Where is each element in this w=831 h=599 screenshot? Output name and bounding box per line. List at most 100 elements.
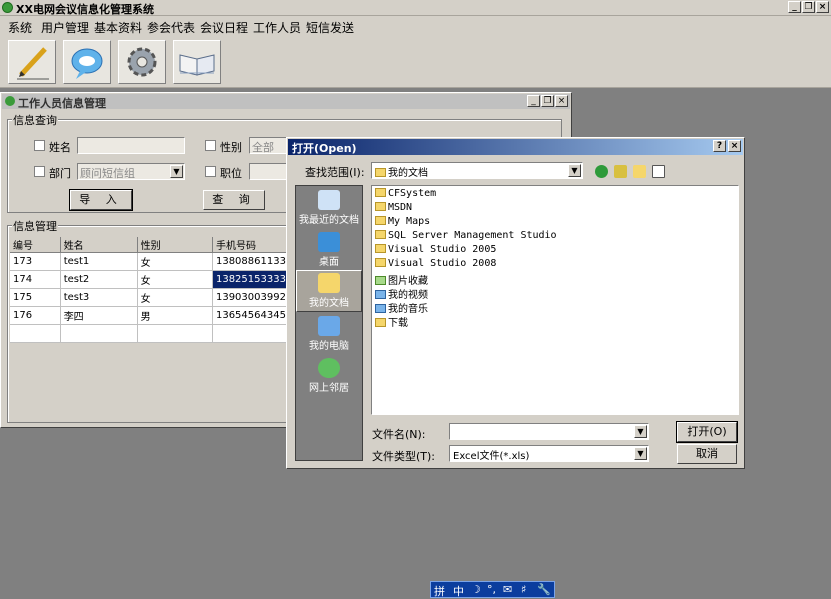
chat-toolbar-button[interactable]: [63, 40, 111, 84]
file-list: CFSystem MSDN My Maps SQL Server Managem…: [371, 185, 739, 415]
menu-staff[interactable]: 工作人员: [253, 19, 301, 36]
table-cell[interactable]: 176: [10, 306, 61, 325]
child-restore-button[interactable]: ❐: [541, 95, 554, 107]
table-cell[interactable]: 女: [137, 270, 213, 289]
list-item[interactable]: 我的视频: [375, 286, 428, 301]
import-button[interactable]: 导 入: [69, 189, 133, 211]
pictures-folder-icon: [375, 276, 386, 285]
book-icon: [179, 54, 215, 76]
cancel-button[interactable]: 取消: [677, 444, 737, 464]
list-item[interactable]: 图片收藏: [375, 272, 428, 287]
list-item[interactable]: My Maps: [375, 216, 430, 230]
ime-settings-icon[interactable]: 🔧: [537, 583, 551, 596]
table-cell[interactable]: 13903003992: [212, 288, 291, 307]
back-icon[interactable]: [595, 165, 608, 178]
filetype-select[interactable]: Excel文件(*.xls) ▼: [449, 445, 649, 462]
up-folder-icon[interactable]: [614, 165, 627, 178]
table-cell[interactable]: [60, 324, 138, 343]
place-network[interactable]: 网上邻居: [296, 356, 362, 398]
close-button[interactable]: ×: [816, 1, 829, 13]
table-row[interactable]: 174 test2 女 13825153333: [10, 270, 291, 289]
table-cell[interactable]: [10, 324, 61, 343]
list-item[interactable]: SQL Server Management Studio: [375, 230, 557, 244]
table-row[interactable]: 175 test3 女 13903003992: [10, 288, 291, 307]
folder-icon: [375, 258, 386, 267]
ime-pinyin-icon[interactable]: 拼: [434, 583, 445, 599]
menu-user-management[interactable]: 用户管理: [41, 19, 89, 36]
open-button[interactable]: 打开(O): [676, 421, 738, 443]
table-cell[interactable]: 女: [137, 288, 213, 307]
column-header[interactable]: 手机号码: [212, 237, 291, 253]
table-row[interactable]: 173 test1 女 13808861133: [10, 252, 291, 271]
pencil-toolbar-button[interactable]: [8, 40, 56, 84]
chevron-down-icon[interactable]: ▼: [568, 164, 581, 177]
table-row-new[interactable]: [10, 324, 291, 343]
place-my-documents[interactable]: 我的文档: [296, 270, 362, 312]
chevron-down-icon[interactable]: ▼: [170, 165, 183, 178]
book-toolbar-button[interactable]: [173, 40, 221, 84]
name-checkbox[interactable]: [34, 140, 45, 151]
ime-punctuation-icon[interactable]: °,: [487, 583, 496, 596]
menu-delegates[interactable]: 参会代表: [147, 19, 195, 36]
filetype-label: 文件类型(T):: [372, 450, 436, 463]
table-cell[interactable]: test3: [60, 288, 138, 307]
restore-button[interactable]: ❐: [802, 1, 815, 13]
name-input[interactable]: [77, 137, 185, 154]
table-cell[interactable]: test2: [60, 270, 138, 289]
table-cell[interactable]: 173: [10, 252, 61, 271]
table-cell[interactable]: 13654564345: [212, 306, 291, 325]
table-cell[interactable]: 男: [137, 306, 213, 325]
help-button[interactable]: ?: [713, 140, 726, 152]
list-item[interactable]: Visual Studio 2005: [375, 244, 496, 258]
place-my-computer[interactable]: 我的电脑: [296, 314, 362, 356]
dept-checkbox[interactable]: [34, 166, 45, 177]
column-header[interactable]: 编号: [10, 237, 61, 253]
chevron-down-icon[interactable]: ▼: [634, 447, 647, 460]
settings-toolbar-button[interactable]: [118, 40, 166, 84]
menu-sms[interactable]: 短信发送: [306, 19, 354, 36]
table-cell[interactable]: 13808861133: [212, 252, 291, 271]
column-header[interactable]: 性别: [137, 237, 213, 253]
ime-halfwidth-icon[interactable]: ☽: [471, 583, 481, 596]
list-item[interactable]: Visual Studio 2008: [375, 258, 496, 272]
place-label: 网上邻居: [309, 383, 349, 394]
position-input[interactable]: [249, 163, 289, 180]
dept-select[interactable]: 顾问短信组 ▼: [77, 163, 185, 180]
table-cell[interactable]: 李四: [60, 306, 138, 325]
menu-basic-info[interactable]: 基本资料: [94, 19, 142, 36]
ime-chinese-mode-icon[interactable]: 中: [453, 583, 464, 599]
table-cell[interactable]: test1: [60, 252, 138, 271]
table-cell[interactable]: [212, 324, 291, 343]
ime-symbols-icon[interactable]: ♯: [521, 583, 526, 596]
gender-checkbox[interactable]: [205, 140, 216, 151]
menu-schedule[interactable]: 会议日程: [200, 19, 248, 36]
list-item[interactable]: MSDN: [375, 202, 412, 216]
new-folder-icon[interactable]: [633, 165, 646, 178]
list-item[interactable]: CFSystem: [375, 188, 436, 202]
chevron-down-icon[interactable]: ▼: [634, 425, 647, 438]
staff-window-title-bar: 工作人员信息管理 _ ❐ ×: [2, 94, 570, 110]
table-cell[interactable]: 174: [10, 270, 61, 289]
child-close-button[interactable]: ×: [555, 95, 568, 107]
place-desktop[interactable]: 桌面: [296, 230, 362, 272]
place-recent[interactable]: 我最近的文档: [296, 188, 362, 230]
column-header[interactable]: 姓名: [60, 237, 138, 253]
list-item[interactable]: 下载: [375, 314, 408, 329]
gender-select[interactable]: 全部: [249, 137, 289, 154]
table-cell-selected[interactable]: 13825153333: [212, 270, 291, 289]
child-minimize-button[interactable]: _: [527, 95, 540, 107]
table-cell[interactable]: [137, 324, 213, 343]
view-menu-icon[interactable]: [652, 165, 665, 178]
table-cell[interactable]: 女: [137, 252, 213, 271]
look-in-select[interactable]: 我的文档 ▼: [371, 162, 583, 179]
table-cell[interactable]: 175: [10, 288, 61, 307]
search-button[interactable]: 查 询: [203, 190, 265, 210]
position-checkbox[interactable]: [205, 166, 216, 177]
list-item[interactable]: 我的音乐: [375, 300, 428, 315]
menu-system[interactable]: 系统: [8, 19, 32, 36]
minimize-button[interactable]: _: [788, 1, 801, 13]
table-row[interactable]: 176 李四 男 13654564345: [10, 306, 291, 325]
ime-keyboard-icon[interactable]: ✉: [503, 583, 512, 596]
dialog-close-button[interactable]: ×: [728, 140, 741, 152]
filename-input[interactable]: ▼: [449, 423, 649, 440]
